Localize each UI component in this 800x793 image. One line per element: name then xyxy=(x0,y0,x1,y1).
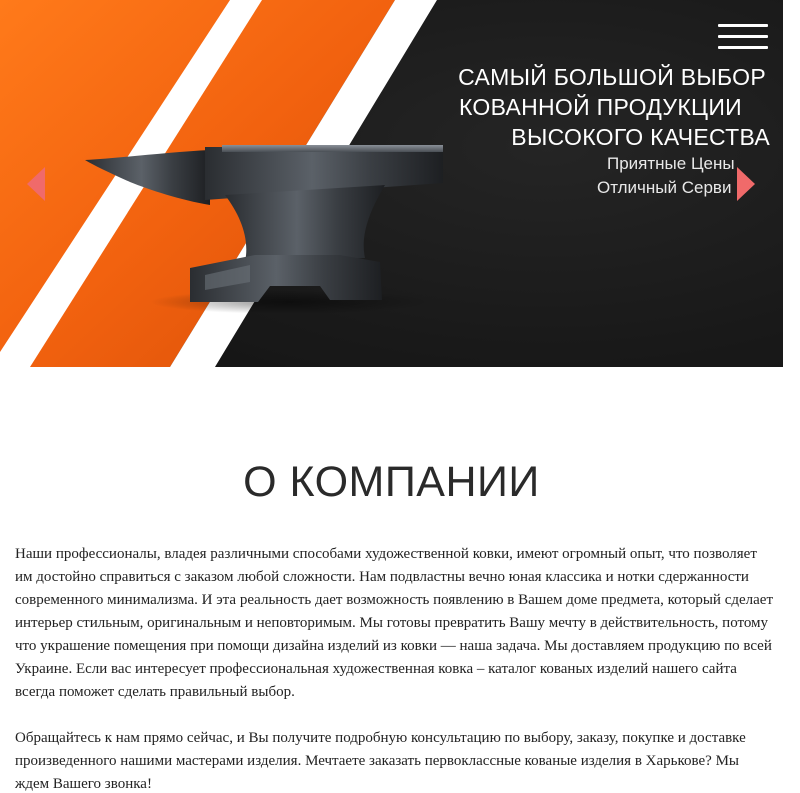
headline-line: САМЫЙ БОЛЬШОЙ ВЫБОР xyxy=(458,64,766,90)
menu-bar xyxy=(718,24,768,27)
menu-bar xyxy=(718,46,768,49)
hero-headline: САМЫЙ БОЛЬШОЙ ВЫБОР КОВАННОЙ ПРОДУКЦИИ В… xyxy=(350,62,770,152)
section-title: О КОМПАНИИ xyxy=(243,458,540,506)
headline-line: ВЫСОКОГО КАЧЕСТВА xyxy=(511,124,770,150)
about-paragraph: Наши профессионалы, владея различными сп… xyxy=(15,546,773,700)
hamburger-menu-icon[interactable] xyxy=(718,24,768,50)
about-text: Наши профессионалы, владея различными сп… xyxy=(15,543,775,793)
headline-line: КОВАННОЙ ПРОДУКЦИИ xyxy=(458,94,742,120)
chevron-left-icon[interactable] xyxy=(25,165,47,203)
chevron-right-icon[interactable] xyxy=(735,165,757,203)
menu-bar xyxy=(718,35,768,38)
about-paragraph: Обращайтесь к нам прямо сейчас, и Вы пол… xyxy=(15,730,746,792)
hero-slider: САМЫЙ БОЛЬШОЙ ВЫБОР КОВАННОЙ ПРОДУКЦИИ В… xyxy=(0,0,783,367)
